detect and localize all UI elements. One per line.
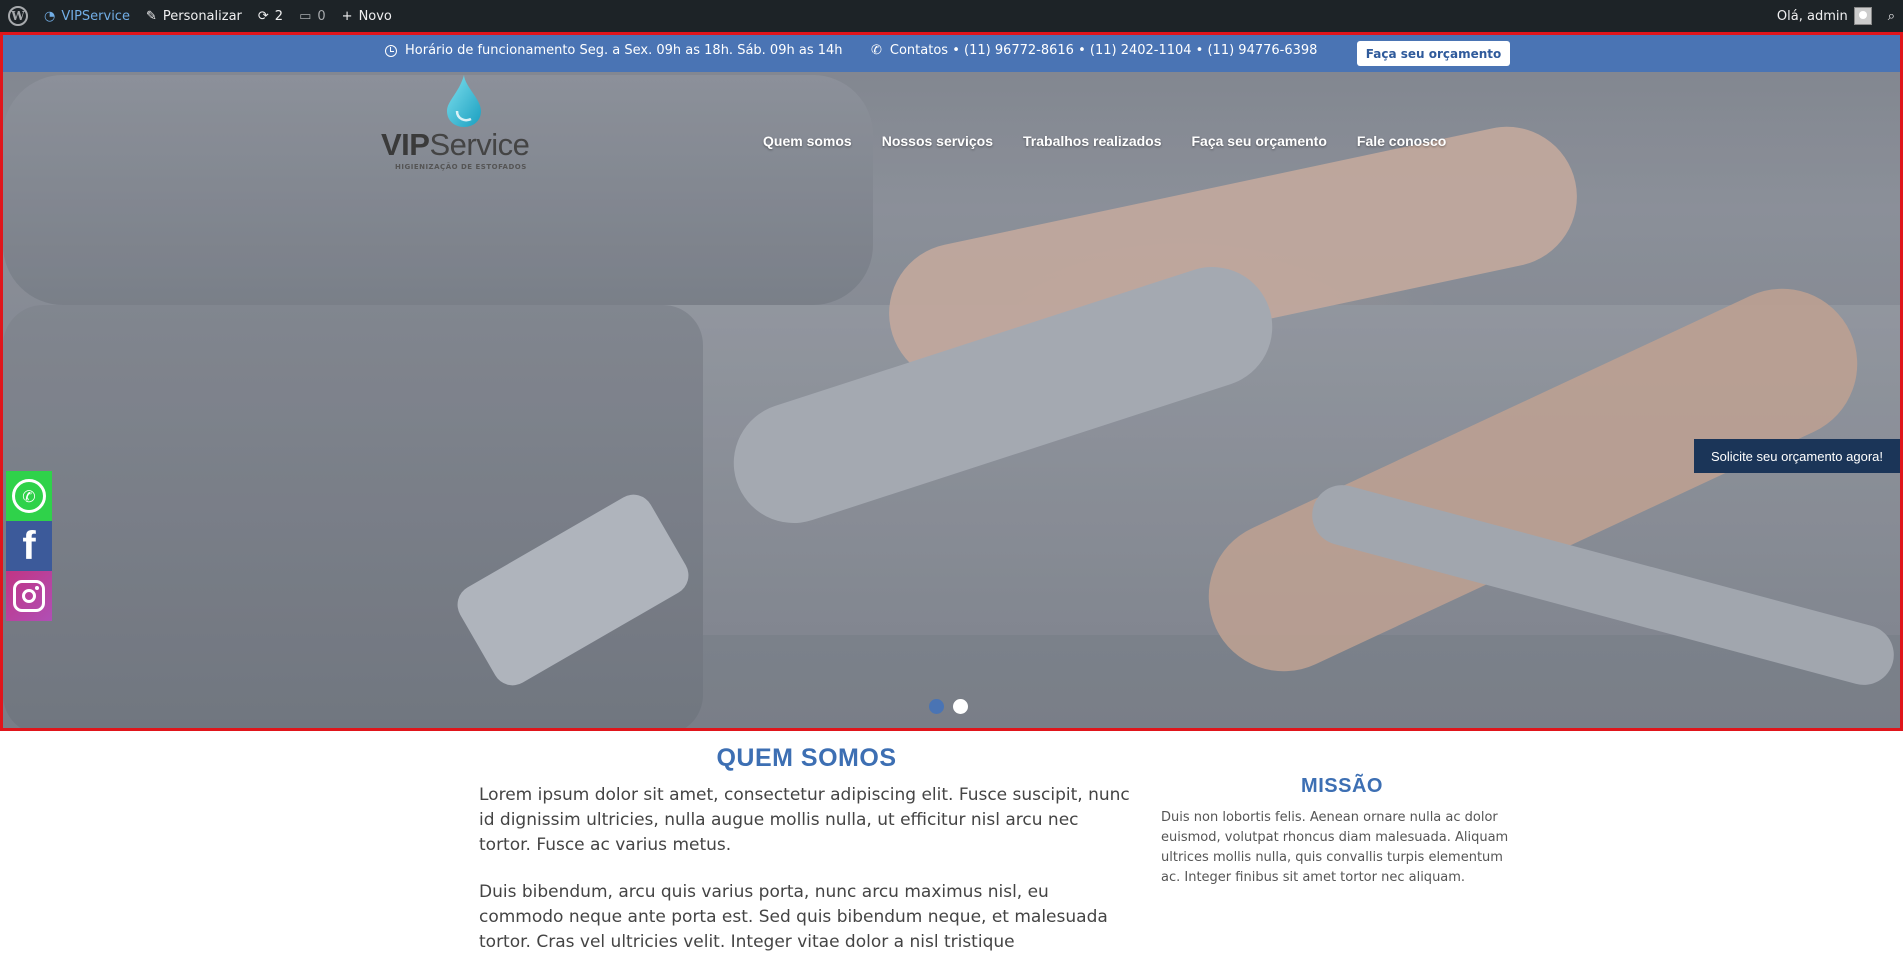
- customize-label: Personalizar: [162, 8, 242, 24]
- slider-pagination: [929, 699, 968, 714]
- about-title: QUEM SOMOS: [716, 744, 897, 772]
- whatsapp-icon: ✆: [12, 479, 46, 513]
- mission-text: Duis non lobortis felis. Aenean ornare n…: [1161, 810, 1509, 885]
- updates-icon: ⟳: [257, 8, 269, 24]
- comments-count: 0: [317, 8, 326, 24]
- contacts: ✆ Contatos • (11) 96772-8616 • (11) 2402…: [871, 43, 1317, 58]
- contacts-text: Contatos • (11) 96772-8616 • (11) 2402-1…: [889, 43, 1318, 58]
- nav-item-quem-somos[interactable]: Quem somos: [763, 133, 852, 149]
- brush-icon: ✎: [145, 8, 157, 24]
- about-section: QUEM SOMOS Lorem ipsum dolor sit amet, c…: [479, 744, 1134, 969]
- comment-icon: ▭: [299, 8, 312, 24]
- nav-item-fale-conosco[interactable]: Fale conosco: [1357, 133, 1446, 149]
- phone-icon: ✆: [871, 43, 882, 58]
- updates-link[interactable]: ⟳ 2: [250, 0, 291, 32]
- new-label: Novo: [358, 8, 392, 24]
- facebook-icon: f: [22, 524, 36, 568]
- quote-button[interactable]: Faça seu orçamento: [1357, 41, 1510, 66]
- dashboard-icon: ◔: [44, 8, 56, 24]
- clock-icon: [385, 44, 397, 57]
- mission-title: MISSÃO: [1301, 775, 1383, 797]
- facebook-link[interactable]: f: [6, 521, 52, 571]
- instagram-link[interactable]: [6, 571, 52, 621]
- wp-logo-menu[interactable]: W: [0, 0, 36, 32]
- plus-icon: +: [341, 8, 353, 24]
- water-drop-icon: [447, 75, 481, 127]
- main-navigation: Quem somos Nossos serviços Trabalhos rea…: [763, 133, 1446, 149]
- search-icon: ⌕: [1887, 8, 1895, 24]
- wordpress-icon: W: [8, 6, 28, 26]
- slider-dot-1[interactable]: [929, 699, 944, 714]
- business-hours-text: Horário de funcionamento Seg. a Sex. 09h…: [405, 43, 843, 58]
- logo-tagline: HIGIENIZAÇÃO DE ESTOFADOS: [395, 163, 527, 171]
- slider-dot-2[interactable]: [953, 699, 968, 714]
- top-info-bar: Horário de funcionamento Seg. a Sex. 09h…: [3, 35, 1900, 72]
- about-paragraph: Duis bibendum, arcu quis varius porta, n…: [479, 882, 1108, 952]
- comments-link[interactable]: ▭ 0: [291, 0, 334, 32]
- greeting: Olá, admin: [1776, 8, 1848, 24]
- avatar: [1853, 7, 1872, 25]
- whatsapp-link[interactable]: ✆: [6, 471, 52, 521]
- nav-item-trabalhos-realizados[interactable]: Trabalhos realizados: [1023, 133, 1162, 149]
- hero-slider: Horário de funcionamento Seg. a Sex. 09h…: [0, 32, 1903, 731]
- mission-section: MISSÃO Duis non lobortis felis. Aenean o…: [1161, 775, 1523, 888]
- site-name-menu[interactable]: ◔ VIPService: [36, 0, 138, 32]
- my-account-menu[interactable]: Olá, admin: [1769, 0, 1880, 32]
- logo-wordmark: VIPService: [381, 127, 530, 162]
- request-quote-cta[interactable]: Solicite seu orçamento agora!: [1694, 439, 1900, 473]
- site-logo[interactable]: VIPService HIGIENIZAÇÃO DE ESTOFADOS: [381, 75, 551, 175]
- instagram-icon: [13, 580, 45, 612]
- nav-item-nossos-servicos[interactable]: Nossos serviços: [882, 133, 993, 149]
- social-sidebar: ✆ f: [6, 471, 52, 621]
- admin-search[interactable]: ⌕: [1880, 0, 1903, 32]
- customize-link[interactable]: ✎ Personalizar: [138, 0, 250, 32]
- nav-item-faca-seu-orcamento[interactable]: Faça seu orçamento: [1192, 133, 1327, 149]
- updates-count: 2: [274, 8, 284, 24]
- site-name: VIPService: [61, 8, 130, 24]
- new-content-menu[interactable]: + Novo: [334, 0, 400, 32]
- wp-admin-bar: W ◔ VIPService ✎ Personalizar ⟳ 2 ▭ 0 + …: [0, 0, 1903, 32]
- business-hours: Horário de funcionamento Seg. a Sex. 09h…: [385, 43, 843, 58]
- about-paragraph: Lorem ipsum dolor sit amet, consectetur …: [479, 785, 1130, 855]
